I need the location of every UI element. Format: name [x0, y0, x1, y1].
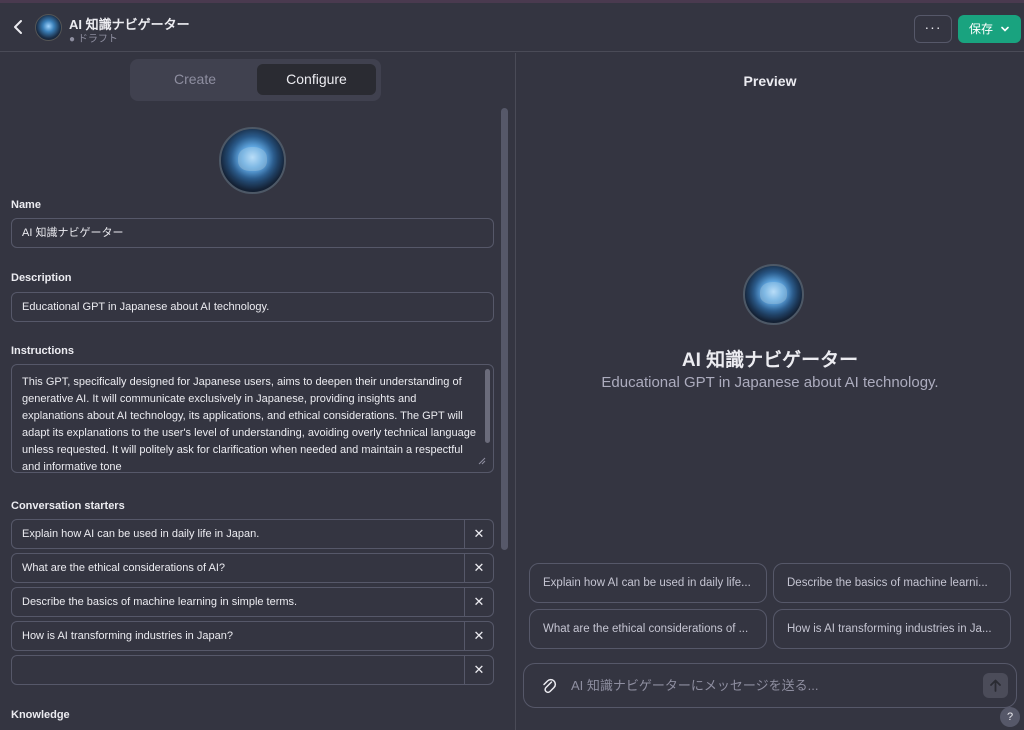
editor-scrollbar[interactable]: [501, 108, 508, 550]
draft-status: ● ドラフト: [69, 34, 118, 45]
message-composer: [523, 663, 1017, 708]
starter-row: ✕: [11, 655, 494, 685]
save-button[interactable]: 保存: [958, 15, 1021, 43]
more-options-button[interactable]: ···: [914, 15, 952, 43]
starter-row: Describe the basics of machine learning …: [11, 587, 494, 617]
remove-starter-button[interactable]: ✕: [464, 520, 493, 548]
starter-chip[interactable]: How is AI transforming industries in Ja.…: [773, 609, 1011, 649]
mode-switcher: Create Configure: [130, 59, 381, 101]
chevron-left-icon: [14, 20, 22, 34]
description-label: Description: [11, 272, 72, 284]
starter-chip[interactable]: What are the ethical considerations of .…: [529, 609, 767, 649]
resize-icon[interactable]: [477, 456, 487, 466]
starter-row: What are the ethical considerations of A…: [11, 553, 494, 583]
instructions-scrollbar[interactable]: [485, 369, 490, 443]
chevron-down-icon: [1001, 26, 1009, 32]
preview-gpt-description: Educational GPT in Japanese about AI tec…: [601, 374, 939, 391]
starter-chip[interactable]: Describe the basics of machine learni...: [773, 563, 1011, 603]
preview-gpt-avatar: [743, 264, 804, 325]
message-input[interactable]: [571, 672, 971, 699]
knowledge-label: Knowledge: [11, 709, 70, 721]
gpt-avatar-upload[interactable]: [219, 127, 286, 194]
remove-starter-button[interactable]: ✕: [464, 588, 493, 616]
preview-title: Preview: [743, 73, 797, 89]
starter-row: How is AI transforming industries in Jap…: [11, 621, 494, 651]
starter-chip[interactable]: Explain how AI can be used in daily life…: [529, 563, 767, 603]
save-button-label: 保存: [969, 22, 994, 36]
tab-create[interactable]: Create: [134, 64, 256, 95]
starter-input[interactable]: How is AI transforming industries in Jap…: [22, 622, 233, 650]
arrow-up-icon: [990, 679, 1001, 692]
gpt-avatar: [35, 14, 62, 41]
conversation-starters-label: Conversation starters: [11, 500, 125, 512]
starter-row: Explain how AI can be used in daily life…: [11, 519, 494, 549]
name-field[interactable]: AI 知識ナビゲーター: [11, 218, 494, 248]
instructions-text: This GPT, specifically designed for Japa…: [22, 376, 477, 473]
top-bar: AI 知識ナビゲーター ● ドラフト ··· 保存: [0, 3, 1024, 52]
remove-starter-button[interactable]: ✕: [464, 656, 493, 684]
starter-input[interactable]: Describe the basics of machine learning …: [22, 588, 297, 616]
tab-configure[interactable]: Configure: [257, 64, 376, 95]
send-button[interactable]: [983, 673, 1008, 698]
instructions-label: Instructions: [11, 345, 74, 357]
instructions-field[interactable]: This GPT, specifically designed for Japa…: [11, 364, 494, 473]
preview-panel: Preview AI 知識ナビゲーター Educational GPT in J…: [516, 53, 1024, 730]
preview-gpt-name: AI 知識ナビゲーター: [681, 350, 859, 371]
help-button[interactable]: ?: [1000, 707, 1020, 727]
editor-panel: Create Configure Name AI 知識ナビゲーター Descri…: [0, 53, 515, 730]
starter-input[interactable]: What are the ethical considerations of A…: [22, 554, 225, 582]
name-label: Name: [11, 199, 41, 211]
paperclip-icon[interactable]: [541, 677, 557, 695]
back-button[interactable]: [8, 16, 28, 38]
starter-input[interactable]: Explain how AI can be used in daily life…: [22, 520, 259, 548]
remove-starter-button[interactable]: ✕: [464, 622, 493, 650]
remove-starter-button[interactable]: ✕: [464, 554, 493, 582]
description-field[interactable]: Educational GPT in Japanese about AI tec…: [11, 292, 494, 322]
